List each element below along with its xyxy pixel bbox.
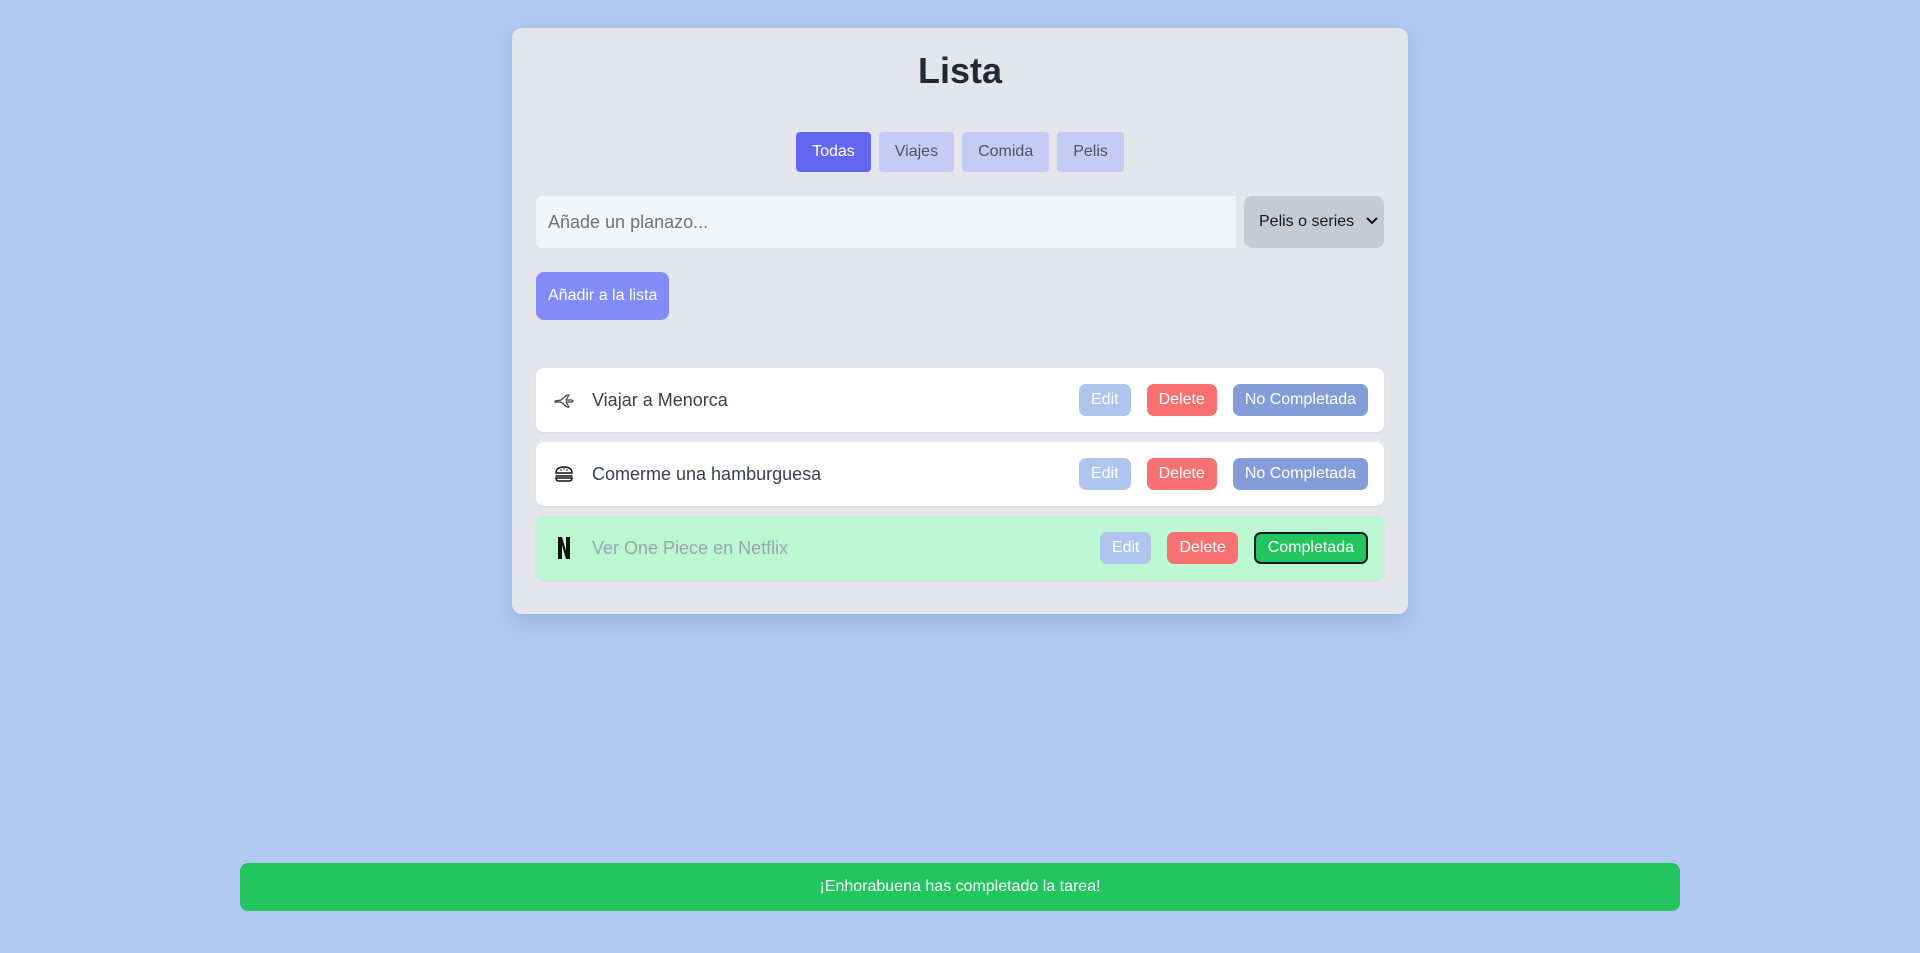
- toast-message: ¡Enhorabuena has completado la tarea!: [819, 878, 1101, 895]
- chevron-down-icon: [1366, 216, 1378, 228]
- filter-comida-button[interactable]: Comida: [962, 132, 1050, 172]
- airplane-icon: [552, 388, 576, 412]
- edit-button[interactable]: Edit: [1099, 532, 1152, 564]
- task-list: Viajar a Menorca Edit Delete No Completa…: [536, 368, 1384, 590]
- success-toast: ¡Enhorabuena has completado la tarea!: [240, 863, 1680, 911]
- delete-button[interactable]: Delete: [1146, 384, 1217, 416]
- delete-button[interactable]: Delete: [1167, 532, 1238, 564]
- new-task-row: Pelis o series: [536, 196, 1384, 248]
- toggle-status-button[interactable]: No Completada: [1232, 458, 1368, 490]
- task-text: Ver One Piece en Netflix: [592, 537, 789, 558]
- task-item: Ver One Piece en Netflix Edit Delete Com…: [536, 516, 1384, 580]
- new-task-input[interactable]: [536, 196, 1236, 248]
- category-select[interactable]: Pelis o series: [1244, 196, 1384, 248]
- toggle-status-button[interactable]: No Completada: [1232, 384, 1368, 416]
- category-filters: Todas Viajes Comida Pelis: [512, 132, 1408, 172]
- task-item: Comerme una hamburguesa Edit Delete No C…: [536, 442, 1384, 506]
- add-to-list-button[interactable]: Añadir a la lista: [536, 272, 670, 320]
- filter-viajes-button[interactable]: Viajes: [878, 132, 955, 172]
- task-text: Comerme una hamburguesa: [592, 463, 822, 484]
- filter-todas-button[interactable]: Todas: [796, 132, 871, 172]
- delete-button[interactable]: Delete: [1146, 458, 1217, 490]
- netflix-icon: [552, 536, 576, 560]
- task-item: Viajar a Menorca Edit Delete No Completa…: [536, 368, 1384, 432]
- todo-card: Lista Todas Viajes Comida Pelis Pelis o …: [512, 28, 1408, 614]
- edit-button[interactable]: Edit: [1079, 458, 1131, 490]
- toggle-status-button[interactable]: Completada: [1253, 532, 1368, 564]
- page-title: Lista: [917, 50, 1003, 91]
- edit-button[interactable]: Edit: [1079, 384, 1131, 416]
- task-text: Viajar a Menorca: [592, 389, 728, 410]
- filter-pelis-button[interactable]: Pelis: [1057, 132, 1124, 172]
- hamburger-icon: [552, 462, 576, 486]
- category-select-value: Pelis o series: [1259, 213, 1355, 230]
